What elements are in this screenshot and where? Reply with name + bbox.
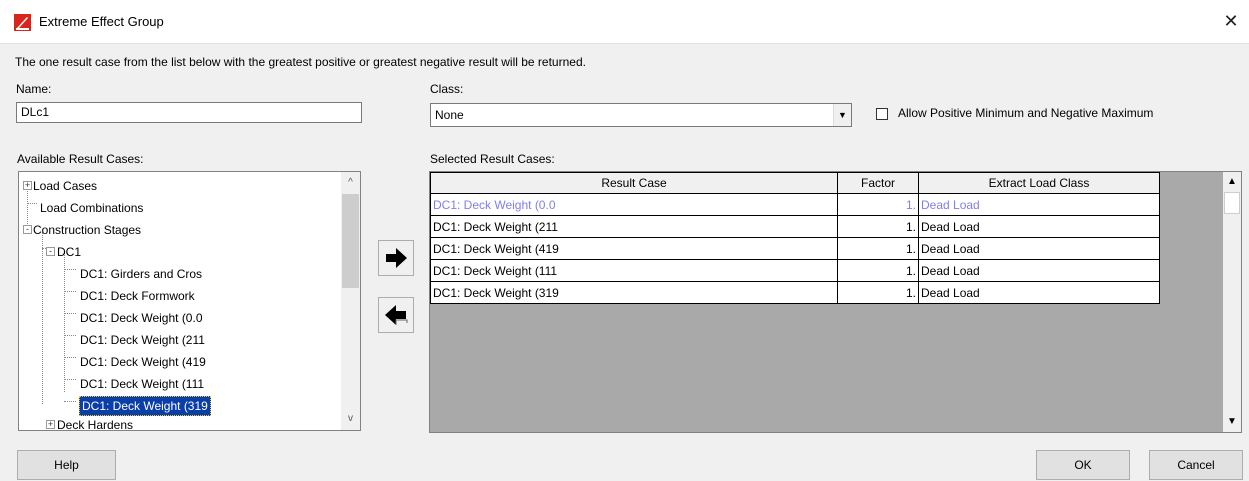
collapse-dc1-icon[interactable]: - <box>46 247 55 256</box>
arrow-left-icon <box>385 305 408 325</box>
tree-node-deck-weight-211[interactable]: DC1: Deck Weight (211 <box>80 331 205 349</box>
row-load-class[interactable]: Dead Load <box>918 237 1160 260</box>
class-label: Class: <box>430 82 464 96</box>
allow-pos-min-neg-max-label: Allow Positive Minimum and Negative Maxi… <box>898 106 1154 120</box>
column-header-extract-load-class[interactable]: Extract Load Class <box>918 172 1160 194</box>
row-result-case[interactable]: DC1: Deck Weight (319 <box>430 281 838 304</box>
column-header-factor[interactable]: Factor <box>837 172 919 194</box>
cancel-label: Cancel <box>1177 458 1215 472</box>
close-button[interactable]: ✕ <box>1220 10 1242 32</box>
tree-node-deck-weight-419[interactable]: DC1: Deck Weight (419 <box>80 353 206 371</box>
chevron-down-icon[interactable]: ▼ <box>833 104 851 126</box>
scroll-up-icon[interactable]: ^ <box>341 174 360 192</box>
column-header-result-case[interactable]: Result Case <box>430 172 838 194</box>
available-cases-tree[interactable]: + Load Cases Load Combinations - Constru… <box>18 171 361 431</box>
row-factor[interactable]: 1. <box>837 281 919 304</box>
cancel-button[interactable]: Cancel <box>1149 450 1243 480</box>
tree-node-deck-weight-0[interactable]: DC1: Deck Weight (0.0 <box>80 309 203 327</box>
row-result-case[interactable]: DC1: Deck Weight (0.0 <box>430 193 838 216</box>
ok-button[interactable]: OK <box>1036 450 1130 480</box>
row-result-case[interactable]: DC1: Deck Weight (419 <box>430 237 838 260</box>
available-cases-label: Available Result Cases: <box>17 152 144 166</box>
row-load-class[interactable]: Dead Load <box>918 281 1160 304</box>
tree-node-deck-formwork[interactable]: DC1: Deck Formwork <box>80 287 195 305</box>
selected-cases-label: Selected Result Cases: <box>430 152 555 166</box>
help-label: Help <box>54 458 79 472</box>
grid-scroll-up-icon[interactable]: ▲ <box>1223 173 1241 191</box>
table-row[interactable]: DC1: Deck Weight (319 1. Dead Load <box>430 281 1160 304</box>
grid-scroll-thumb[interactable] <box>1224 192 1240 214</box>
table-row[interactable]: DC1: Deck Weight (111 1. Dead Load <box>430 259 1160 282</box>
expand-deck-hardens-icon[interactable]: + <box>46 420 55 429</box>
row-result-case[interactable]: DC1: Deck Weight (111 <box>430 259 838 282</box>
tree-node-load-cases[interactable]: Load Cases <box>33 177 97 195</box>
grid-scrollbar[interactable]: ▲ ▼ <box>1223 172 1241 432</box>
row-load-class[interactable]: Dead Load <box>918 193 1160 216</box>
row-load-class[interactable]: Dead Load <box>918 215 1160 238</box>
description-text: The one result case from the list below … <box>15 55 586 69</box>
row-factor[interactable]: 1. <box>837 237 919 260</box>
class-select[interactable]: None ▼ <box>430 103 852 127</box>
tree-node-girders-and-cros[interactable]: DC1: Girders and Cros <box>80 265 202 283</box>
scroll-down-icon[interactable]: v <box>341 410 360 428</box>
add-case-button[interactable] <box>378 240 414 276</box>
row-factor[interactable]: 1. <box>837 215 919 238</box>
name-input[interactable]: DLc1 <box>16 102 362 123</box>
tree-scroll-thumb[interactable] <box>342 194 359 288</box>
tree-node-dc1[interactable]: DC1 <box>57 243 81 261</box>
row-factor[interactable]: 1. <box>837 259 919 282</box>
tree-node-construction-stages[interactable]: Construction Stages <box>33 221 141 239</box>
table-row[interactable]: DC1: Deck Weight (0.0 1. Dead Load <box>430 193 1160 216</box>
expand-load-cases-icon[interactable]: + <box>23 181 32 190</box>
row-load-class[interactable]: Dead Load <box>918 259 1160 282</box>
row-factor[interactable]: 1. <box>837 193 919 216</box>
tree-node-deck-weight-111[interactable]: DC1: Deck Weight (111 <box>80 375 204 393</box>
tree-node-load-combinations[interactable]: Load Combinations <box>40 199 143 217</box>
row-result-case[interactable]: DC1: Deck Weight (211 <box>430 215 838 238</box>
tree-node-deck-weight-319-selected[interactable]: DC1: Deck Weight (319 <box>79 396 211 416</box>
collapse-construction-stages-icon[interactable]: - <box>23 225 32 234</box>
name-label: Name: <box>16 82 52 96</box>
class-select-value: None <box>435 108 464 122</box>
tree-scrollbar[interactable]: ^ v <box>341 172 360 430</box>
arrow-right-icon <box>386 248 407 268</box>
table-row[interactable]: DC1: Deck Weight (211 1. Dead Load <box>430 215 1160 238</box>
tree-node-deck-hardens[interactable]: Deck Hardens <box>57 416 133 430</box>
app-logo-icon <box>14 14 31 31</box>
grid-scroll-down-icon[interactable]: ▼ <box>1223 413 1241 431</box>
help-button[interactable]: Help <box>17 450 116 480</box>
selected-cases-grid[interactable]: Result Case Factor Extract Load Class DC… <box>429 171 1242 433</box>
name-input-value: DLc1 <box>21 105 50 119</box>
remove-case-button[interactable] <box>378 297 414 333</box>
title-bar: Extreme Effect Group ✕ <box>0 0 1249 44</box>
table-row[interactable]: DC1: Deck Weight (419 1. Dead Load <box>430 237 1160 260</box>
window-title: Extreme Effect Group <box>39 14 164 29</box>
ok-label: OK <box>1074 458 1092 472</box>
selected-cases-table: Result Case Factor Extract Load Class DC… <box>430 172 1160 304</box>
allow-pos-min-neg-max-checkbox[interactable] <box>876 108 888 120</box>
